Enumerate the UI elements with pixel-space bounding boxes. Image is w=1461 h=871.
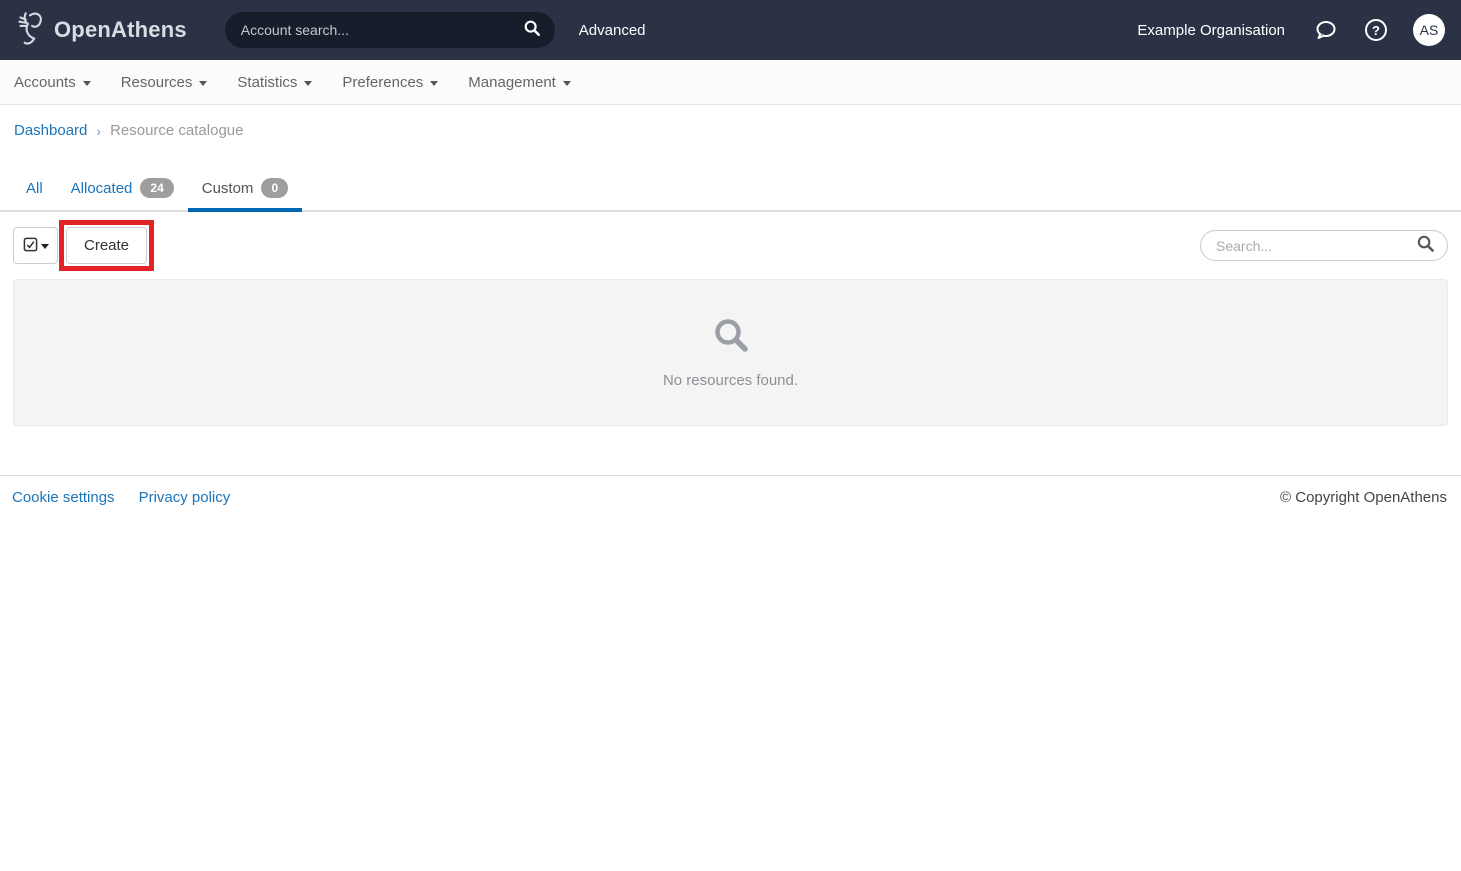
nav-item-management[interactable]: Management — [453, 60, 586, 104]
nav-item-label: Preferences — [342, 74, 423, 91]
annotation-highlight-box: Create — [59, 220, 154, 271]
tab-label: Allocated — [71, 180, 133, 197]
chevron-down-icon — [199, 81, 207, 86]
chevron-down-icon — [563, 81, 571, 86]
tab-all[interactable]: All — [12, 169, 57, 212]
resource-search[interactable] — [1200, 230, 1448, 261]
resource-search-input[interactable] — [1216, 238, 1416, 254]
nav-item-label: Accounts — [14, 74, 76, 91]
topbar: OpenAthens Advanced Example Organisation… — [0, 0, 1461, 60]
chevron-down-icon — [41, 244, 49, 249]
tab-bar: All Allocated 24 Custom 0 — [0, 169, 1461, 212]
account-search-input[interactable] — [241, 22, 523, 38]
empty-state-message: No resources found. — [663, 372, 798, 389]
toolbar: Create — [13, 220, 1448, 271]
search-icon[interactable] — [1416, 234, 1435, 258]
search-icon[interactable] — [523, 19, 541, 42]
copyright-text: © Copyright OpenAthens — [1280, 489, 1447, 506]
nav-item-label: Resources — [121, 74, 193, 91]
chevron-down-icon — [83, 81, 91, 86]
avatar[interactable]: AS — [1413, 14, 1445, 46]
chat-icon[interactable] — [1313, 17, 1339, 43]
select-all-dropdown-button[interactable] — [13, 227, 58, 264]
create-button[interactable]: Create — [66, 227, 147, 264]
main-nav: Accounts Resources Statistics Preference… — [0, 60, 1461, 105]
breadcrumb-current: Resource catalogue — [110, 122, 243, 139]
nav-item-label: Statistics — [237, 74, 297, 91]
tab-custom[interactable]: Custom 0 — [188, 169, 302, 212]
breadcrumb-dashboard-link[interactable]: Dashboard — [14, 122, 87, 139]
account-search[interactable] — [225, 12, 555, 48]
tab-badge: 24 — [140, 178, 173, 198]
nav-item-preferences[interactable]: Preferences — [327, 60, 453, 104]
tab-label: Custom — [202, 180, 254, 197]
svg-text:?: ? — [1372, 23, 1380, 38]
breadcrumb: Dashboard › Resource catalogue — [0, 105, 1461, 153]
openathens-logo: OpenAthens — [14, 8, 187, 53]
nav-item-statistics[interactable]: Statistics — [222, 60, 327, 104]
cookie-settings-link[interactable]: Cookie settings — [12, 489, 115, 506]
empty-state-panel: No resources found. — [13, 279, 1448, 426]
magnifier-icon — [712, 316, 750, 359]
chevron-down-icon — [304, 81, 312, 86]
nav-item-accounts[interactable]: Accounts — [14, 60, 106, 104]
advanced-search-link[interactable]: Advanced — [579, 22, 646, 39]
breadcrumb-chevron-icon: › — [96, 123, 101, 139]
tab-allocated[interactable]: Allocated 24 — [57, 169, 188, 212]
nav-item-label: Management — [468, 74, 556, 91]
organisation-name: Example Organisation — [1137, 22, 1285, 39]
logo-text: OpenAthens — [54, 17, 187, 43]
footer: Cookie settings Privacy policy © Copyrig… — [0, 475, 1461, 506]
openathens-logo-icon — [14, 8, 48, 53]
tab-badge: 0 — [261, 178, 288, 198]
help-icon[interactable]: ? — [1363, 17, 1389, 43]
checkbox-icon — [23, 237, 38, 255]
tab-label: All — [26, 180, 43, 197]
avatar-initials: AS — [1420, 22, 1439, 38]
nav-item-resources[interactable]: Resources — [106, 60, 223, 104]
chevron-down-icon — [430, 81, 438, 86]
privacy-policy-link[interactable]: Privacy policy — [139, 489, 231, 506]
